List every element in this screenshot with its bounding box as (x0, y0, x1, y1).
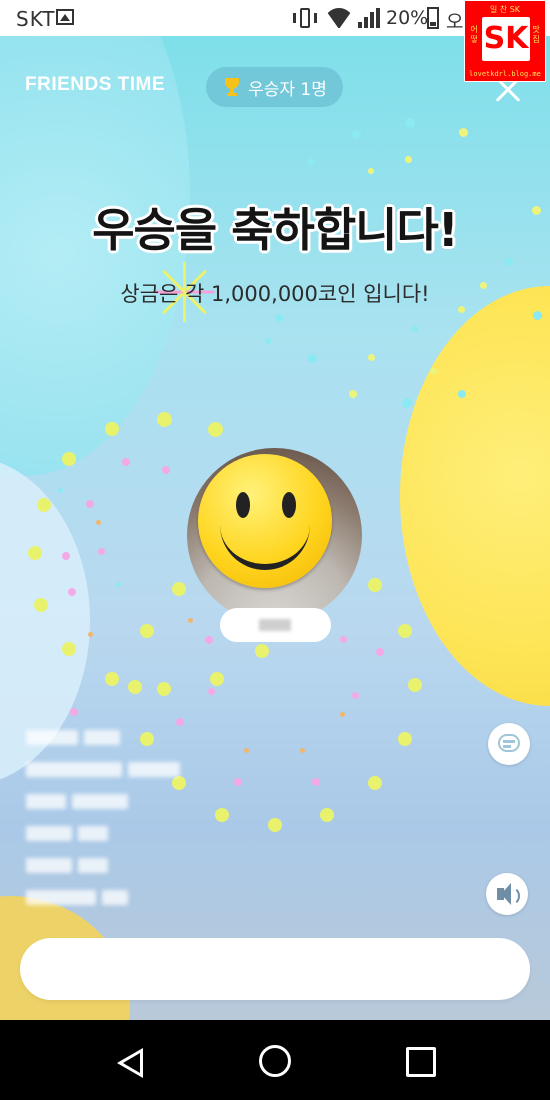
watermark-side-right: 맛 집 (532, 25, 540, 44)
chat-message (26, 886, 180, 908)
background-blob (400, 286, 550, 706)
smiley-face-icon (198, 454, 332, 588)
vibrate-icon (292, 8, 318, 28)
battery-percent: 20% (386, 7, 429, 29)
chat-input[interactable] (20, 938, 530, 1000)
speaker-icon[interactable] (486, 873, 528, 915)
watermark-top-text: 일 찬 SK (489, 5, 521, 14)
chat-message (26, 790, 180, 812)
winner-name-redacted (259, 619, 291, 631)
chat-message (26, 822, 180, 844)
chat-bubble-icon[interactable] (488, 723, 530, 765)
trophy-icon (222, 77, 242, 97)
wifi-icon (326, 8, 352, 28)
nav-recents-icon[interactable] (406, 1047, 436, 1077)
winner-count-pill: 우승자 1명 (206, 67, 343, 107)
winner-count-label: 우승자 1명 (248, 79, 327, 100)
nav-home-icon[interactable] (259, 1045, 291, 1077)
chat-feed (26, 726, 180, 918)
carrier-label: SKT (16, 7, 56, 31)
navigation-bar (0, 1020, 550, 1100)
signal-icon (358, 8, 382, 28)
watermark-logo: 일 찬 SK 어 떻 SK 맛 집 lovetkdrl.blog.me (464, 0, 546, 82)
chat-message (26, 726, 180, 748)
battery-icon (427, 7, 439, 29)
prize-subhead: 상금은 각 1,000,000코인 입니다! (120, 282, 430, 306)
chat-message (26, 758, 180, 780)
watermark-sk-text: SK (483, 21, 529, 56)
congrats-headline: 우승을 축하합니다! (92, 203, 459, 257)
winner-name-pill (220, 608, 331, 642)
app-title: FRIENDS TIME (25, 74, 166, 95)
watermark-url: lovetkdrl.blog.me (469, 70, 541, 78)
gallery-icon (56, 9, 74, 25)
nav-back-icon[interactable] (117, 1048, 145, 1078)
winner-screen: FRIENDS TIME 우승자 1명 우승을 축하합니다! 상금은 각 1,0… (0, 36, 550, 1020)
chat-message (26, 854, 180, 876)
watermark-side-left: 어 떻 (470, 25, 478, 44)
